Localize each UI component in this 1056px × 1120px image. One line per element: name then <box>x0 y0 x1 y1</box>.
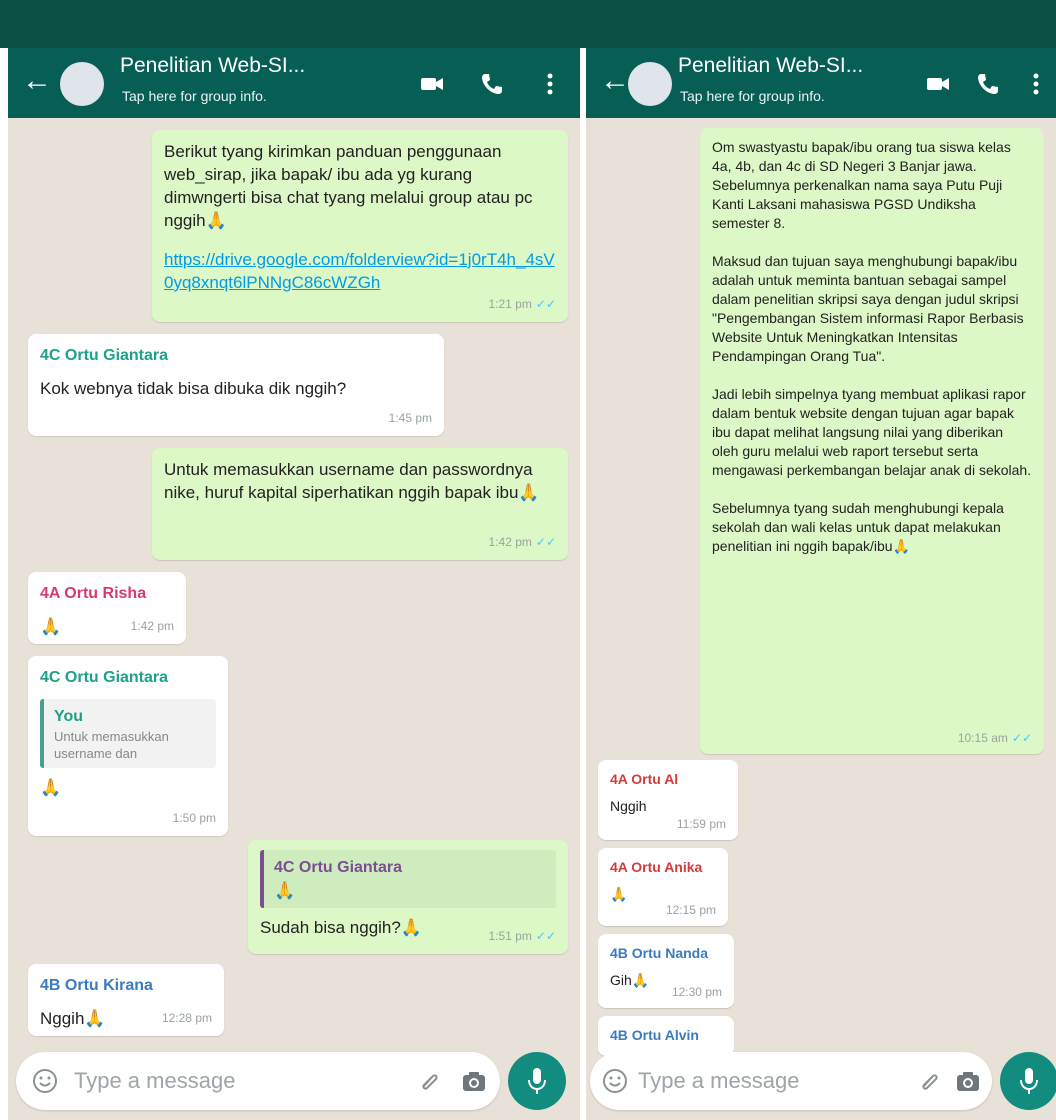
menu-dots-icon[interactable] <box>1022 70 1050 98</box>
pray-emoji-icon: 🙏 <box>400 918 423 937</box>
back-arrow-icon[interactable]: ← <box>600 66 630 96</box>
chat-panel-left: ← Penelitian Web-SI... Tap here for grou… <box>8 48 580 1120</box>
sender-name: 4A Ortu Al <box>610 771 679 787</box>
mic-icon <box>528 1068 546 1094</box>
camera-icon[interactable] <box>460 1068 488 1094</box>
message-text: Kok webnya tidak bisa dibuka dik nggih? <box>40 379 347 398</box>
avatar[interactable] <box>628 62 672 106</box>
message-time: 12:30 pm <box>671 985 722 999</box>
pray-emoji-icon: 🙏 <box>205 211 227 230</box>
double-tick-icon: ✓✓ <box>535 929 556 943</box>
message-time: 1:42 pm <box>130 619 174 633</box>
message-list: Berikut tyang kirimkan panduan penggunaa… <box>8 118 580 1120</box>
group-title[interactable]: Penelitian Web-SI... <box>120 54 305 78</box>
camera-icon[interactable] <box>954 1068 982 1094</box>
message-incoming[interactable]: 4A Ortu Risha 🙏 1:42 pm <box>28 572 186 644</box>
sender-name: 4A Ortu Risha <box>40 585 147 602</box>
message-time: 10:15 am <box>957 731 1008 745</box>
phone-icon[interactable] <box>478 70 506 98</box>
phone-icon[interactable] <box>974 70 1002 98</box>
pray-emoji-icon: 🙏 <box>40 778 62 797</box>
message-input-bar[interactable]: Type a message <box>590 1052 992 1110</box>
message-time: 12:15 pm <box>665 903 716 917</box>
message-time: 1:51 pm <box>488 929 532 943</box>
message-outgoing-reply[interactable]: 4C Ortu Giantara 🙏 Sudah bisa nggih?🙏 1:… <box>248 840 568 954</box>
message-text: Untuk memasukkan username dan passwordny… <box>164 460 533 502</box>
back-arrow-icon[interactable]: ← <box>22 66 52 96</box>
message-text: Nggih <box>40 1009 85 1028</box>
double-tick-icon: ✓✓ <box>535 535 556 549</box>
double-tick-icon: ✓✓ <box>1011 731 1032 745</box>
quoted-sender: You <box>54 708 84 725</box>
sender-name: 4B Ortu Alvin <box>610 1027 699 1043</box>
attach-icon[interactable] <box>916 1068 942 1094</box>
pray-emoji-icon: 🙏 <box>631 972 650 988</box>
message-outgoing[interactable]: Untuk memasukkan username dan passwordny… <box>152 448 568 560</box>
message-time: 1:42 pm <box>488 535 532 549</box>
group-subtitle[interactable]: Tap here for group info. <box>680 88 825 104</box>
message-input-placeholder[interactable]: Type a message <box>638 1068 799 1094</box>
message-time: 1:45 pm <box>388 411 432 425</box>
group-subtitle[interactable]: Tap here for group info. <box>122 88 267 104</box>
sender-name: 4A Ortu Anika <box>610 859 703 875</box>
video-call-icon[interactable] <box>924 70 952 98</box>
menu-dots-icon[interactable] <box>536 70 564 98</box>
sender-name: 4C Ortu Giantara <box>40 347 169 364</box>
drive-link[interactable]: https://drive.google.com/folderview?id=1… <box>164 248 556 294</box>
message-incoming[interactable]: 4C Ortu Giantara Kok webnya tidak bisa d… <box>28 334 444 436</box>
message-paragraph: Jadi lebih simpelnya tyang membuat aplik… <box>712 386 1032 478</box>
avatar[interactable] <box>60 62 104 106</box>
video-call-icon[interactable] <box>418 70 446 98</box>
message-paragraph: Om swastyastu bapak/ibu orang tua siswa … <box>712 139 1011 231</box>
double-tick-icon: ✓✓ <box>535 297 556 311</box>
pray-emoji-icon: 🙏 <box>518 483 540 502</box>
pray-emoji-icon: 🙏 <box>40 617 62 636</box>
mic-button[interactable] <box>508 1052 566 1110</box>
message-list: Om swastyastu bapak/ibu orang tua siswa … <box>586 118 1056 1120</box>
sender-name: 4B Ortu Kirana <box>40 977 153 994</box>
message-time: 1:21 pm <box>488 297 532 311</box>
pray-emoji-icon: 🙏 <box>84 1009 106 1028</box>
mic-icon <box>1020 1068 1038 1094</box>
attach-icon[interactable] <box>416 1068 442 1094</box>
group-title[interactable]: Penelitian Web-SI... <box>678 54 863 78</box>
message-incoming[interactable]: 4B Ortu Kirana Nggih🙏 12:28 pm <box>28 964 224 1036</box>
mic-button[interactable] <box>1000 1052 1056 1110</box>
message-time: 1:50 pm <box>172 811 216 825</box>
message-incoming-reply[interactable]: 4C Ortu Giantara You Untuk memasukkan us… <box>28 656 228 836</box>
message-input-placeholder[interactable]: Type a message <box>74 1068 235 1094</box>
message-paragraph: Sebelumnya tyang sudah menghubungi kepal… <box>712 500 1004 554</box>
message-incoming[interactable]: 4B Ortu Nanda Gih🙏 12:30 pm <box>598 934 734 1008</box>
pray-emoji-icon: 🙏 <box>892 538 911 554</box>
status-bar <box>0 0 1056 48</box>
pray-emoji-icon: 🙏 <box>610 886 628 902</box>
message-outgoing[interactable]: Om swastyastu bapak/ibu orang tua siswa … <box>700 128 1044 754</box>
quoted-message[interactable]: You Untuk memasukkan username dan <box>40 699 216 768</box>
message-text: Nggih <box>610 798 647 814</box>
message-outgoing[interactable]: Berikut tyang kirimkan panduan penggunaa… <box>152 130 568 322</box>
whatsapp-screenshot: ← Penelitian Web-SI... Tap here for grou… <box>0 0 1056 1120</box>
message-time: 12:28 pm <box>161 1011 212 1025</box>
message-incoming[interactable]: 4B Ortu Alvin <box>598 1016 734 1056</box>
message-paragraph: Maksud dan tujuan saya menghubungi bapak… <box>712 253 1024 364</box>
emoji-icon[interactable] <box>32 1068 58 1094</box>
message-incoming[interactable]: 4A Ortu Anika 🙏 12:15 pm <box>598 848 728 926</box>
chat-header[interactable]: ← Penelitian Web-SI... Tap here for grou… <box>586 48 1056 118</box>
emoji-icon[interactable] <box>602 1068 628 1094</box>
message-text: Sudah bisa nggih? <box>260 918 401 937</box>
quoted-message[interactable]: 4C Ortu Giantara 🙏 <box>260 850 556 908</box>
chat-panel-right: ← Penelitian Web-SI... Tap here for grou… <box>586 48 1056 1120</box>
sender-name: 4B Ortu Nanda <box>610 945 709 961</box>
chat-header[interactable]: ← Penelitian Web-SI... Tap here for grou… <box>8 48 580 118</box>
quoted-sender: 4C Ortu Giantara <box>274 859 403 876</box>
message-input-bar[interactable]: Type a message <box>16 1052 500 1110</box>
sender-name: 4C Ortu Giantara <box>40 669 169 686</box>
pray-emoji-icon: 🙏 <box>274 881 296 900</box>
message-text: Gih <box>610 972 632 988</box>
quoted-text: Untuk memasukkan username dan <box>54 729 169 761</box>
message-incoming[interactable]: 4A Ortu Al Nggih 11:59 pm <box>598 760 738 840</box>
message-time: 11:59 pm <box>676 817 726 831</box>
